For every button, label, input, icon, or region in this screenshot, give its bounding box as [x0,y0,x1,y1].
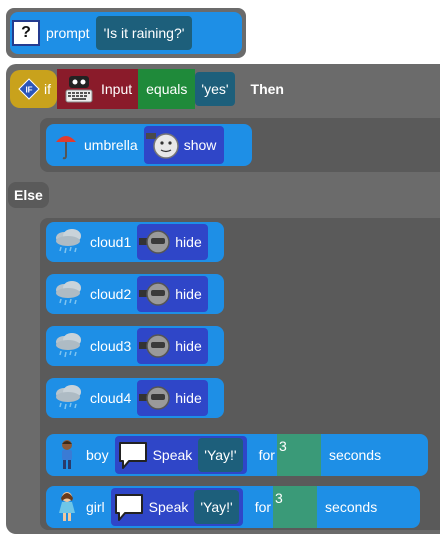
girl-label: girl [86,499,105,515]
input-label: Input [101,81,133,97]
then-label: Then [250,81,284,97]
speak-label: Speak [148,499,189,515]
hide-action[interactable]: hide [137,224,208,260]
girl-speak-block[interactable]: girl Speak 'Yay!' for 3 seconds [46,486,420,528]
else-slot [40,218,440,530]
umbrella-icon [54,130,78,160]
keyboard-robot-icon [63,74,95,104]
hide-action[interactable]: hide [137,380,208,416]
hide-label: hide [175,286,202,302]
eye-hide-icon [139,331,171,361]
speech-bubble-icon [117,439,149,471]
hide-action[interactable]: hide [137,328,208,364]
cloud2-label: cloud2 [90,286,132,302]
eye-hide-icon [139,279,171,309]
seconds-label: seconds [325,499,378,515]
for-label: for [254,499,272,515]
cloud4-label: cloud4 [90,390,132,406]
eye-hide-icon [139,383,171,413]
seconds-label: seconds [328,447,382,463]
umbrella-show-block[interactable]: umbrella show [46,124,252,166]
svg-text:IF: IF [25,86,32,95]
cloud4-hide-block[interactable]: cloud4 hide [46,378,224,418]
show-action[interactable]: show [143,126,225,164]
cloud-icon [52,227,84,257]
for-label: for [258,447,275,463]
eye-show-icon [145,129,180,161]
prompt-question-value[interactable]: 'Is it raining?' [95,16,193,50]
cloud-icon [52,331,84,361]
prompt-block[interactable]: ? prompt 'Is it raining?' [10,12,242,54]
show-label: show [183,137,217,153]
speak-text-value[interactable]: 'Yay!' [198,438,243,472]
else-label: Else [8,182,49,208]
girl-sprite-icon [56,491,78,523]
cloud-icon [52,279,84,309]
cloud2-hide-block[interactable]: cloud2 hide [46,274,224,314]
speak-text-value[interactable]: 'Yay!' [194,490,239,524]
boy-speak-block[interactable]: boy Speak 'Yay!' for 3 seconds [46,434,428,476]
boy-label: boy [86,447,109,463]
question-mark-icon: ? [12,20,40,46]
if-header[interactable]: IF if Input equals 'yes' Then [10,66,430,112]
prompt-label: prompt [46,25,90,41]
cloud1-label: cloud1 [90,234,132,250]
equals-operator[interactable]: equals [138,69,196,109]
umbrella-sprite-label: umbrella [84,137,138,153]
speech-bubble-icon [113,491,145,523]
speak-action[interactable]: Speak 'Yay!' [114,436,247,474]
boy-sprite-icon [56,439,78,471]
speak-action[interactable]: Speak 'Yay!' [110,488,243,526]
cloud1-hide-block[interactable]: cloud1 hide [46,222,224,262]
input-block[interactable]: Input [57,69,139,109]
speak-label: Speak [152,447,193,463]
hide-label: hide [175,234,202,250]
cloud3-hide-block[interactable]: cloud3 hide [46,326,224,366]
duration-value[interactable]: 3 [276,434,321,476]
hide-label: hide [175,338,202,354]
cloud3-label: cloud3 [90,338,132,354]
cloud-icon [52,383,84,413]
duration-value[interactable]: 3 [273,486,318,528]
if-diamond-icon: IF [18,78,40,100]
eye-hide-icon [139,227,171,257]
hide-action[interactable]: hide [137,276,208,312]
if-label: if [44,81,51,97]
hide-label: hide [175,390,202,406]
if-keyword-pill: IF if [10,70,57,108]
compare-value[interactable]: 'yes' [195,72,235,106]
